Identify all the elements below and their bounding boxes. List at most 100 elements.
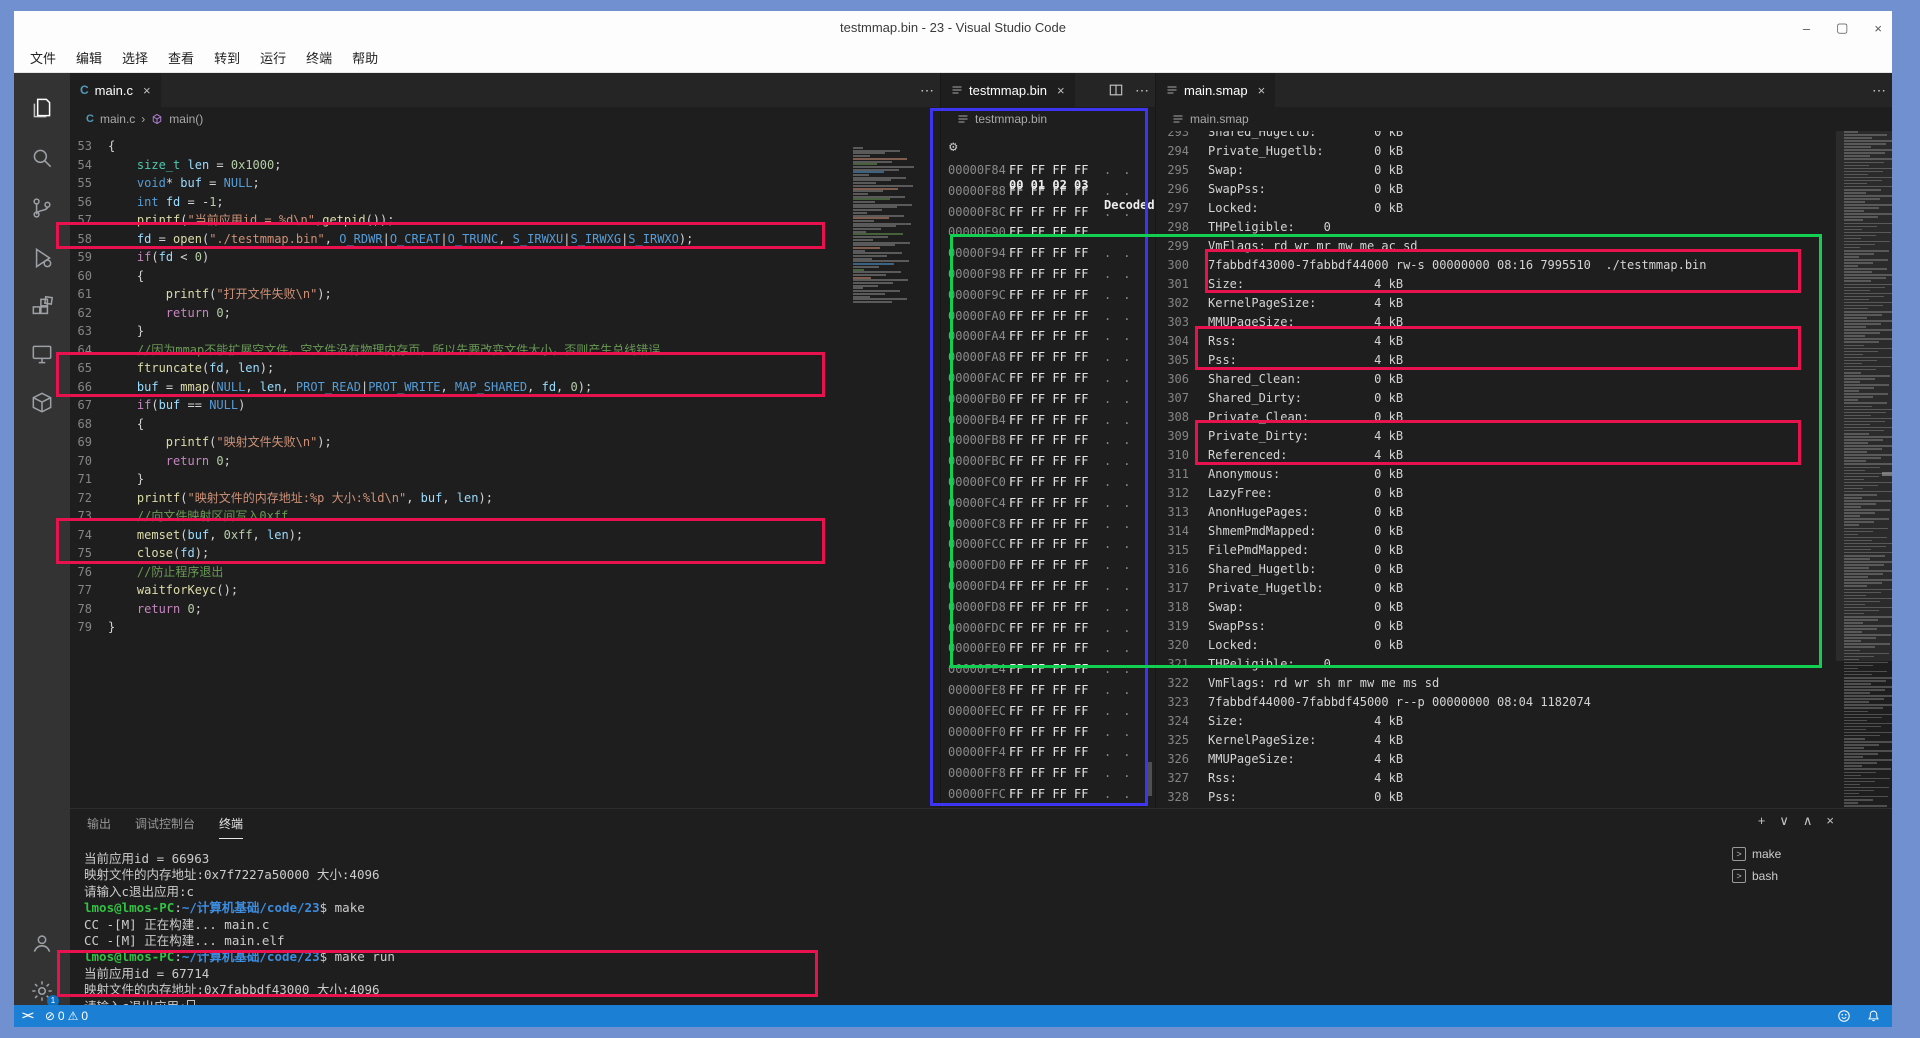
code-line: 54 size_t len = 0x1000;: [70, 156, 281, 175]
more-actions-icon[interactable]: ⋯: [920, 82, 934, 99]
tab-testmmap-bin[interactable]: testmmap.bin ×: [941, 73, 1075, 107]
code-editor[interactable]: 53{54 size_t len = 0x1000;55 void* buf =…: [70, 131, 940, 808]
gear-icon[interactable]: ⚙: [949, 137, 957, 157]
hex-scrollbar[interactable]: [1147, 762, 1152, 796]
panel-tab-output[interactable]: 输出: [87, 810, 111, 838]
smap-line: 313AnonHugePages: 0 kB: [1156, 503, 1403, 522]
code-line: 55 void* buf = NULL;: [70, 174, 260, 193]
smap-editor[interactable]: 293Shared_Hugetlb: 0 kB294Private_Hugetl…: [1156, 131, 1892, 808]
terminal-dropdown-icon[interactable]: ∨: [1779, 813, 1789, 829]
minimap-line: [853, 193, 868, 195]
terminal-list-item-bash[interactable]: > bash: [1724, 865, 1892, 887]
smap-line: 321THPeligible: 0: [1156, 655, 1331, 674]
menu-item-5[interactable]: 运行: [250, 45, 296, 73]
activity-bar: 1: [14, 73, 70, 1005]
hex-editor[interactable]: ⚙ 00 01 02 03 Decoded 00000F84FF FF FF F…: [941, 131, 1155, 808]
breadcrumb[interactable]: testmmap.bin: [941, 107, 1155, 131]
menu-item-6[interactable]: 终端: [296, 45, 342, 73]
minimap-line: [853, 223, 911, 225]
settings-gear-icon[interactable]: 1: [29, 978, 55, 1004]
minimap-slider[interactable]: [1836, 131, 1892, 661]
smap-line: 293Shared_Hugetlb: 0 kB: [1156, 131, 1403, 142]
minimap-line: [1844, 802, 1858, 804]
code-line: 69 printf("映射文件失败\n");: [70, 433, 332, 452]
notifications-bell-icon[interactable]: [1867, 1009, 1880, 1023]
menu-item-0[interactable]: 文件: [20, 45, 66, 73]
tab-close-icon[interactable]: ×: [1057, 83, 1065, 98]
minimap-line: [1844, 689, 1885, 691]
split-editor-icon[interactable]: [1109, 83, 1123, 97]
minimap-line: [1844, 738, 1865, 740]
smap-line: 297Locked: 0 kB: [1156, 199, 1403, 218]
minimize-button[interactable]: –: [1803, 21, 1810, 36]
maximize-button[interactable]: ▢: [1836, 20, 1848, 36]
desktop-background: testmmap.bin - 23 - Visual Studio Code –…: [0, 0, 1920, 1038]
code-line: 67 if(buf == NULL): [70, 396, 245, 415]
minimap-line: [853, 258, 872, 260]
title-bar[interactable]: testmmap.bin - 23 - Visual Studio Code –…: [14, 11, 1892, 45]
minimap-line: [853, 296, 870, 298]
menu-item-3[interactable]: 查看: [158, 45, 204, 73]
feedback-icon[interactable]: [1837, 1009, 1851, 1023]
menu-bar: 文件编辑选择查看转到运行终端帮助: [14, 45, 1892, 73]
minimap-line: [1844, 805, 1887, 807]
menu-item-4[interactable]: 转到: [204, 45, 250, 73]
menu-item-2[interactable]: 选择: [112, 45, 158, 73]
close-panel-icon[interactable]: ×: [1826, 813, 1834, 829]
minimap-line: [853, 152, 885, 154]
minimap-line: [853, 290, 900, 292]
minimap-line: [853, 171, 884, 173]
tab-close-icon[interactable]: ×: [1258, 83, 1266, 98]
tab-bar: testmmap.bin × ⋯: [941, 73, 1155, 107]
minimap-line: [1844, 692, 1870, 694]
maximize-panel-icon[interactable]: ∧: [1803, 813, 1813, 829]
minimap-line: [853, 285, 878, 287]
smap-line: 302KernelPageSize: 4 kB: [1156, 294, 1403, 313]
minimap-line: [1844, 720, 1867, 722]
remote-indicator[interactable]: ><: [22, 1010, 33, 1022]
smap-line: 324Size: 4 kB: [1156, 712, 1403, 731]
menu-item-1[interactable]: 编辑: [66, 45, 112, 73]
minimap-line: [853, 282, 893, 284]
smap-line: 325KernelPageSize: 4 kB: [1156, 731, 1403, 750]
smap-line: 317Private_Hugetlb: 0 kB: [1156, 579, 1403, 598]
source-control-icon[interactable]: [29, 195, 55, 221]
more-actions-icon[interactable]: ⋯: [1135, 82, 1149, 99]
package-icon[interactable]: [29, 389, 55, 415]
minimap-line: [853, 293, 885, 295]
minimap-line: [1844, 768, 1891, 770]
problems-indicator[interactable]: ⊘0 ⚠0: [45, 1009, 88, 1023]
tab-main-smap[interactable]: main.smap ×: [1156, 73, 1275, 107]
minimap-line: [1844, 674, 1872, 676]
new-terminal-icon[interactable]: +: [1758, 813, 1766, 829]
smap-line: 310Referenced: 4 kB: [1156, 446, 1403, 465]
minimap-line: [853, 301, 892, 303]
tab-main-c[interactable]: C main.c ×: [70, 73, 161, 107]
smap-line: 320Locked: 0 kB: [1156, 636, 1403, 655]
remote-explorer-icon[interactable]: [29, 341, 55, 367]
terminal-list-item-make[interactable]: > make: [1724, 843, 1892, 865]
minimap-line: [1844, 707, 1883, 709]
panel-tab-debug-console[interactable]: 调试控制台: [135, 810, 195, 838]
breadcrumb[interactable]: C main.c › main(): [70, 107, 940, 131]
account-icon[interactable]: [29, 930, 55, 956]
explorer-icon[interactable]: [29, 95, 55, 121]
minimap-line: [853, 287, 863, 289]
minimap-line: [853, 204, 912, 206]
close-button[interactable]: ×: [1874, 21, 1882, 36]
extensions-icon[interactable]: [29, 295, 55, 321]
breadcrumb[interactable]: main.smap: [1156, 107, 1892, 131]
run-debug-icon[interactable]: [29, 245, 55, 271]
minimap-line: [1844, 668, 1858, 670]
panel-tab-terminal[interactable]: 终端: [219, 810, 243, 839]
minimap-line: [853, 220, 874, 222]
menu-item-7[interactable]: 帮助: [342, 45, 388, 73]
search-icon[interactable]: [29, 145, 55, 171]
minimap-line: [853, 185, 913, 187]
minimap-line: [853, 260, 909, 262]
tab-close-icon[interactable]: ×: [143, 83, 151, 98]
minimap[interactable]: [853, 147, 939, 317]
more-actions-icon[interactable]: ⋯: [1872, 82, 1886, 99]
minimap-line: [853, 161, 892, 163]
minimap-line: [1844, 781, 1875, 783]
